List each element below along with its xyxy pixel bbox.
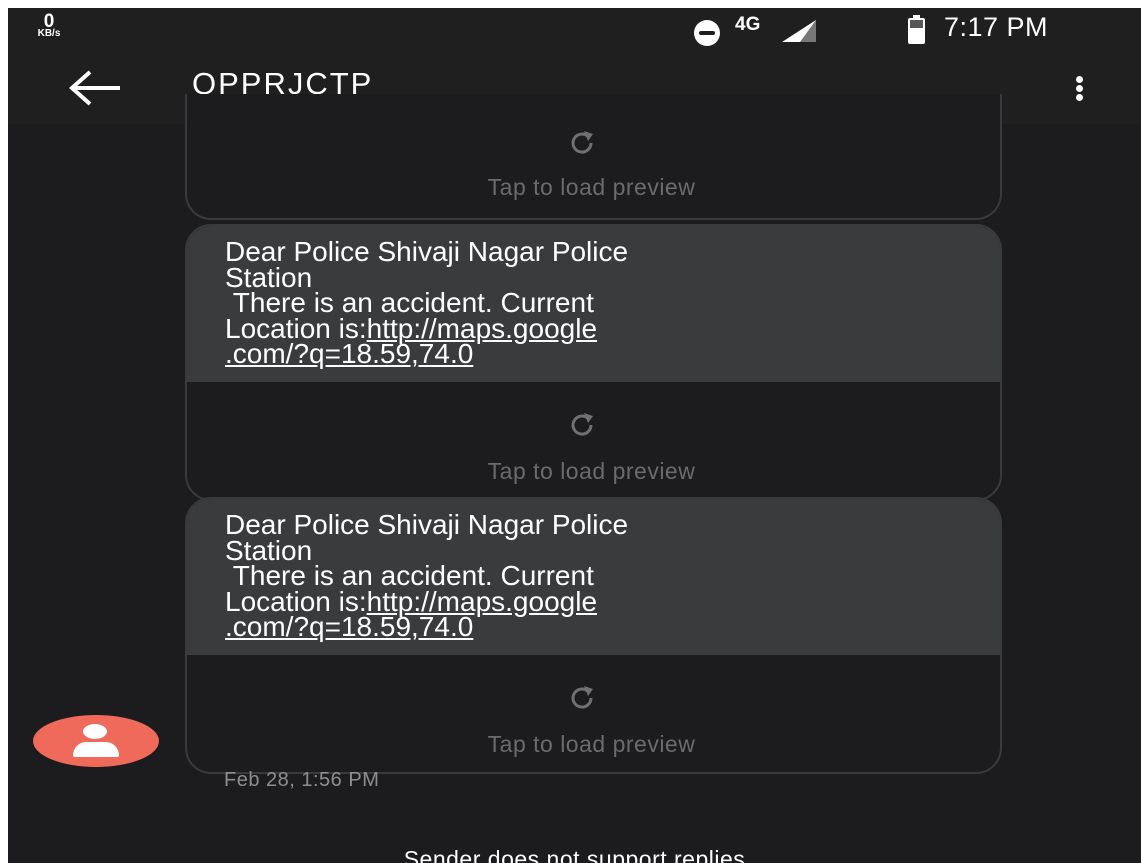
refresh-icon	[567, 410, 597, 440]
refresh-icon	[567, 683, 597, 713]
overflow-menu-icon[interactable]	[1068, 66, 1092, 110]
back-arrow-icon[interactable]	[66, 66, 126, 110]
signal-icon	[782, 20, 816, 42]
sender-avatar-icon[interactable]	[33, 715, 159, 767]
message-thread[interactable]: Tap to load preview Dear Police Shivaji …	[8, 94, 1141, 863]
message-bubble: Dear Police Shivaji Nagar Police Station…	[185, 497, 1002, 774]
link-preview[interactable]: Tap to load preview	[187, 94, 1000, 218]
message-timestamp: Feb 28, 1:56 PM	[224, 769, 380, 791]
tap-to-load-preview: Tap to load preview	[487, 457, 696, 484]
avatar-head	[83, 724, 107, 739]
network-speed: 0 KB/s	[34, 12, 64, 39]
network-type: 4G	[735, 14, 761, 35]
tap-to-load-preview: Tap to load preview	[487, 730, 696, 757]
network-speed-unit: KB/s	[37, 28, 61, 39]
messaging-screen: 0 KB/s 4G 7:17 PM QPPRJCTP Tap to load p…	[8, 8, 1141, 863]
link-preview[interactable]: Tap to load preview	[187, 382, 1000, 499]
message-text: Dear Police Shivaji Nagar Police Station…	[187, 499, 1000, 655]
status-bar: 0 KB/s 4G 7:17 PM	[8, 8, 1141, 52]
refresh-icon	[567, 128, 597, 158]
battery-icon	[908, 15, 925, 44]
message-text: Dear Police Shivaji Nagar Police Station…	[187, 226, 1000, 382]
do-not-disturb-icon	[694, 20, 720, 46]
clock: 7:17 PM	[944, 12, 1049, 42]
tap-to-load-preview: Tap to load preview	[487, 174, 696, 200]
avatar-body	[73, 742, 119, 757]
link-preview[interactable]: Tap to load preview	[187, 655, 1000, 772]
message-bubble: Tap to load preview	[185, 94, 1002, 220]
no-reply-notice: Sender does not support replies	[403, 846, 746, 863]
message-bubble: Dear Police Shivaji Nagar Police Station…	[185, 224, 1002, 501]
